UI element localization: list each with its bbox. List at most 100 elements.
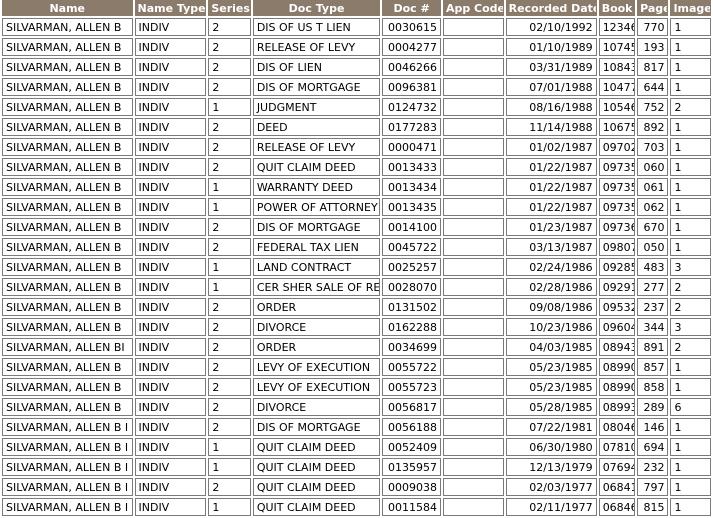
cell-name-type: INDIV xyxy=(134,438,207,456)
cell-app-code xyxy=(442,298,504,316)
cell-name-type: INDIV xyxy=(134,318,207,336)
table-row: SILVARMAN, ALLEN B INDIV 1 POWER OF ATTORNE… xyxy=(2,198,711,216)
cell-doc: 0162288 xyxy=(382,318,441,336)
cell-date: 01/02/1987 xyxy=(505,138,597,156)
cell-name: SILVARMAN, ALLEN B xyxy=(2,138,133,156)
cell-doc: 0055723 xyxy=(382,378,441,396)
cell-page: 892 xyxy=(637,118,669,136)
cell-book: 09702 xyxy=(598,138,636,156)
cell-doc: 0013434 xyxy=(382,178,441,196)
cell-date: 02/28/1986 xyxy=(505,278,597,296)
cell-image: 1 xyxy=(670,198,711,216)
cell-doc: 0177283 xyxy=(382,118,441,136)
cell-app-code xyxy=(442,98,504,116)
cell-doc: 0052409 xyxy=(382,438,441,456)
cell-image: 3 xyxy=(670,318,711,336)
cell-date: 01/22/1987 xyxy=(505,198,597,216)
cell-book: 12346 xyxy=(598,18,636,36)
column-header-date: Recorded Date xyxy=(505,0,597,16)
table-row: SILVARMAN, ALLEN B INDIV 2 RELEASE OF LEVY 0… xyxy=(2,38,711,56)
cell-doc-type: DIS OF MORTGAGE xyxy=(252,218,381,236)
cell-app-code xyxy=(442,38,504,56)
cell-image: 1 xyxy=(670,378,711,396)
table-row: SILVARMAN, ALLEN B INDIV 1 CER SHER SALE OF… xyxy=(2,278,711,296)
table-row: SILVARMAN, ALLEN B I INDIV 2 DIS OF MORTGAG… xyxy=(2,418,711,436)
cell-doc-type: DIS OF MORTGAGE xyxy=(252,418,381,436)
cell-series: 2 xyxy=(208,478,251,496)
cell-app-code xyxy=(442,278,504,296)
cell-date: 06/30/1980 xyxy=(505,438,597,456)
cell-name-type: INDIV xyxy=(134,458,207,476)
cell-series: 2 xyxy=(208,378,251,396)
cell-name-type: INDIV xyxy=(134,278,207,296)
cell-book: 09604 xyxy=(598,318,636,336)
cell-date: 02/11/1977 xyxy=(505,498,597,516)
cell-name: SILVARMAN, ALLEN BI xyxy=(2,338,133,356)
cell-name-type: INDIV xyxy=(134,258,207,276)
cell-page: 670 xyxy=(637,218,669,236)
records-table: Name Name Type Series Doc Type Doc # App Code… xyxy=(0,0,713,518)
cell-app-code xyxy=(442,338,504,356)
table-row: SILVARMAN, ALLEN B INDIV 2 FEDERAL TAX LIEN… xyxy=(2,238,711,256)
cell-book: 10843 xyxy=(598,58,636,76)
cell-app-code xyxy=(442,18,504,36)
table-row: SILVARMAN, ALLEN B INDIV 2 LEVY OF EXECUTIO… xyxy=(2,358,711,376)
cell-name-type: INDIV xyxy=(134,238,207,256)
cell-name-type: INDIV xyxy=(134,118,207,136)
column-header-app-code: App Code xyxy=(442,0,504,16)
cell-name-type: INDIV xyxy=(134,398,207,416)
cell-doc-type: DIVORCE xyxy=(252,398,381,416)
cell-name: SILVARMAN, ALLEN B xyxy=(2,398,133,416)
cell-app-code xyxy=(442,158,504,176)
column-header-name-type: Name Type xyxy=(134,0,207,16)
cell-page: 277 xyxy=(637,278,669,296)
cell-name: SILVARMAN, ALLEN B xyxy=(2,238,133,256)
cell-name: SILVARMAN, ALLEN B xyxy=(2,378,133,396)
cell-name: SILVARMAN, ALLEN B I xyxy=(2,418,133,436)
column-header-book: Book xyxy=(598,0,636,16)
cell-name-type: INDIV xyxy=(134,198,207,216)
cell-series: 2 xyxy=(208,118,251,136)
cell-doc: 0000471 xyxy=(382,138,441,156)
cell-page: 289 xyxy=(637,398,669,416)
cell-name-type: INDIV xyxy=(134,338,207,356)
cell-book: 09735 xyxy=(598,158,636,176)
cell-series: 1 xyxy=(208,258,251,276)
cell-name-type: INDIV xyxy=(134,358,207,376)
cell-series: 1 xyxy=(208,198,251,216)
cell-name: SILVARMAN, ALLEN B I xyxy=(2,458,133,476)
cell-book: 09291 xyxy=(598,278,636,296)
cell-app-code xyxy=(442,398,504,416)
column-header-image: Image xyxy=(670,0,711,16)
cell-date: 09/08/1986 xyxy=(505,298,597,316)
cell-page: 060 xyxy=(637,158,669,176)
cell-page: 752 xyxy=(637,98,669,116)
cell-image: 1 xyxy=(670,238,711,256)
cell-date: 01/10/1989 xyxy=(505,38,597,56)
cell-app-code xyxy=(442,118,504,136)
cell-app-code xyxy=(442,198,504,216)
cell-app-code xyxy=(442,498,504,516)
cell-image: 3 xyxy=(670,258,711,276)
cell-doc: 0034699 xyxy=(382,338,441,356)
table-row: SILVARMAN, ALLEN B INDIV 1 LAND CONTRACT 002… xyxy=(2,258,711,276)
cell-page: 062 xyxy=(637,198,669,216)
cell-doc: 0055722 xyxy=(382,358,441,376)
cell-image: 1 xyxy=(670,478,711,496)
cell-book: 06841 xyxy=(598,478,636,496)
cell-page: 694 xyxy=(637,438,669,456)
cell-date: 03/31/1989 xyxy=(505,58,597,76)
cell-name-type: INDIV xyxy=(134,498,207,516)
cell-app-code xyxy=(442,458,504,476)
cell-page: 797 xyxy=(637,478,669,496)
cell-app-code xyxy=(442,238,504,256)
cell-name-type: INDIV xyxy=(134,18,207,36)
cell-name: SILVARMAN, ALLEN B xyxy=(2,198,133,216)
cell-app-code xyxy=(442,478,504,496)
table-row: SILVARMAN, ALLEN B INDIV 2 DIS OF US T LIEN… xyxy=(2,18,711,36)
cell-app-code xyxy=(442,218,504,236)
cell-image: 1 xyxy=(670,58,711,76)
cell-doc: 0056817 xyxy=(382,398,441,416)
cell-date: 02/24/1986 xyxy=(505,258,597,276)
cell-series: 1 xyxy=(208,278,251,296)
